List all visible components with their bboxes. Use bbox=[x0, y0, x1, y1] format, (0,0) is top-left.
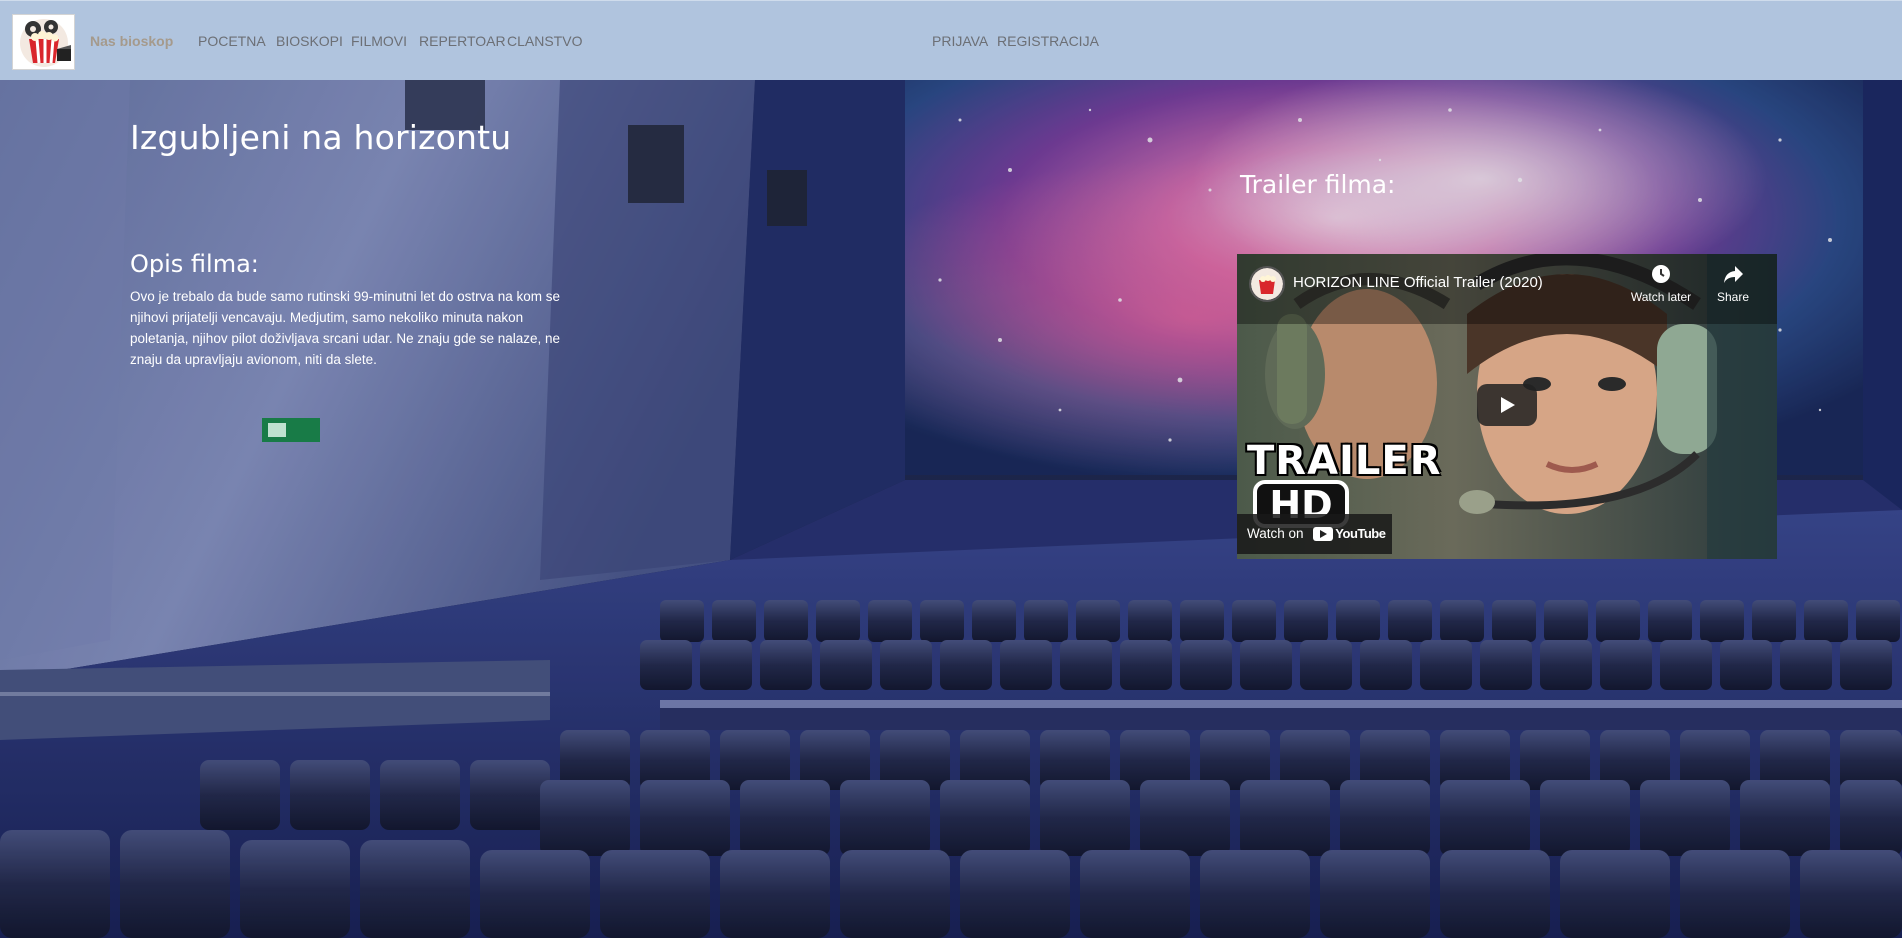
clock-icon bbox=[1625, 262, 1697, 288]
nav-item-clanstvo[interactable]: CLANSTVO bbox=[507, 33, 582, 49]
share-button[interactable]: Share bbox=[1697, 262, 1769, 304]
nav-item-pocetna[interactable]: POCETNA bbox=[198, 33, 266, 49]
trailer-heading: Trailer filma: bbox=[1240, 170, 1396, 199]
watch-on-youtube-link[interactable]: Watch on YouTube bbox=[1237, 514, 1392, 554]
play-icon bbox=[1501, 397, 1515, 413]
youtube-logo-icon: YouTube bbox=[1313, 514, 1386, 554]
navbar: Nas bioskop POCETNA BIOSKOPI FILMOVI REP… bbox=[0, 0, 1902, 80]
youtube-wordmark: YouTube bbox=[1335, 526, 1386, 542]
nav-item-repertoar[interactable]: REPERTOAR bbox=[419, 33, 506, 49]
play-button[interactable] bbox=[1477, 384, 1537, 426]
watch-later-label: Watch later bbox=[1630, 290, 1692, 304]
cinema-logo[interactable] bbox=[12, 14, 75, 70]
movie-title: Izgubljeni na horizontu bbox=[130, 118, 512, 157]
description-heading: Opis filma: bbox=[130, 250, 259, 278]
share-label: Share bbox=[1716, 290, 1750, 304]
nav-item-filmovi[interactable]: FILMOVI bbox=[351, 33, 407, 49]
thumbnail-trailer-text: TRAILER bbox=[1247, 438, 1442, 484]
watch-later-button[interactable]: Watch later bbox=[1625, 262, 1697, 304]
nav-item-prijava[interactable]: PRIJAVA bbox=[932, 33, 988, 49]
channel-avatar[interactable] bbox=[1249, 266, 1285, 302]
nav-item-registracija[interactable]: REGISTRACIJA bbox=[997, 33, 1099, 49]
video-title[interactable]: HORIZON LINE Official Trailer (2020) bbox=[1293, 274, 1543, 291]
share-icon bbox=[1697, 262, 1769, 288]
hero-section: Izgubljeni na horizontu Opis filma: Ovo … bbox=[0, 80, 1902, 938]
brand-name[interactable]: Nas bioskop bbox=[90, 33, 173, 49]
movie-description: Ovo je trebalo da bude samo rutinski 99-… bbox=[130, 289, 561, 367]
trailer-video-embed[interactable]: HORIZON LINE Official Trailer (2020) Wat… bbox=[1237, 254, 1777, 559]
nav-item-bioskopi[interactable]: BIOSKOPI bbox=[276, 33, 343, 49]
watch-on-label: Watch on bbox=[1247, 526, 1304, 541]
